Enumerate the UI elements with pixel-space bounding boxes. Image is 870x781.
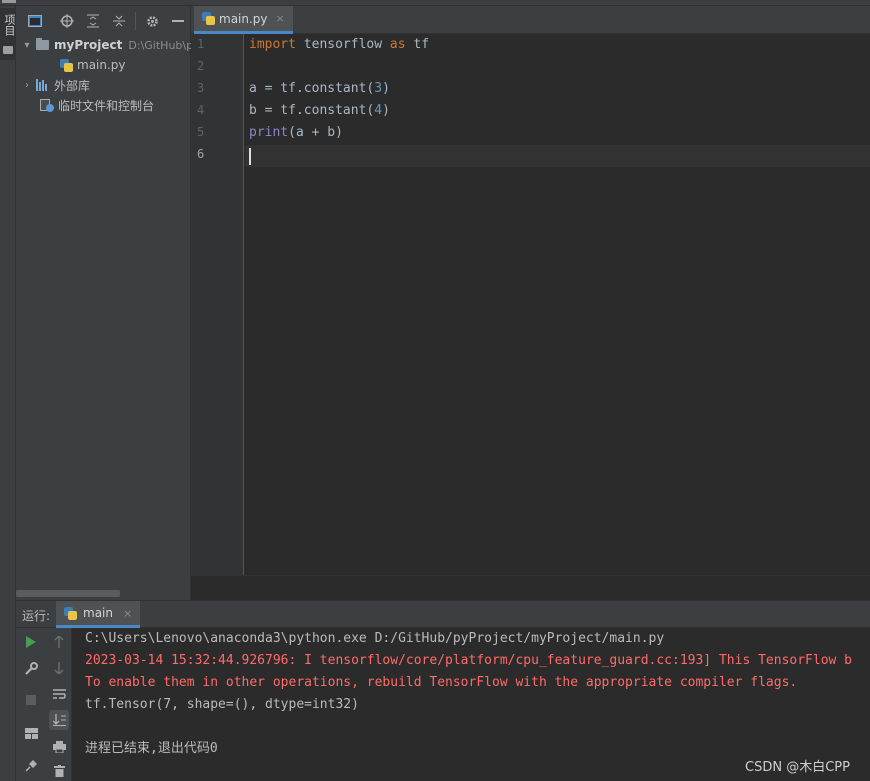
console-line-error: To enable them in other operations, rebu… [85, 675, 798, 690]
console-line: tf.Tensor(7, shape=(), dtype=int32) [85, 697, 359, 712]
tab-main-py[interactable]: main.py × [194, 6, 293, 34]
run-tab-label: main [83, 606, 113, 620]
tree-item-scratches[interactable]: 临时文件和控制台 [40, 95, 154, 115]
stop-icon[interactable] [21, 690, 41, 710]
scratch-icon [40, 98, 54, 112]
chevron-down-icon[interactable]: ▾ [22, 40, 32, 51]
file-name: main.py [77, 58, 126, 72]
trash-icon[interactable] [49, 761, 69, 781]
toolbar-separator [135, 12, 136, 30]
soft-wrap-icon[interactable] [49, 684, 69, 704]
external-libs-label: 外部库 [54, 78, 91, 93]
left-tool-stripe: 项目 [0, 6, 16, 781]
project-path: D:\GitHub\p [128, 38, 194, 52]
folder-icon [3, 46, 13, 54]
watermark: CSDN @木白CPP [745, 760, 850, 775]
code-line-4: b = tf.constant(4) [249, 103, 390, 118]
python-file-icon [60, 58, 73, 72]
locate-icon[interactable] [58, 12, 76, 30]
arrow-down-icon[interactable] [49, 658, 69, 678]
line-number-current: 6 [197, 147, 205, 161]
code-line-3: a = tf.constant(3) [249, 81, 390, 96]
python-file-icon [202, 12, 215, 25]
title-strip-marker [2, 0, 16, 3]
run-header: 运行: main × [16, 601, 870, 628]
run-toolbar [16, 628, 72, 781]
tree-item-main-py[interactable]: main.py [60, 55, 126, 75]
project-name: myProject [54, 38, 123, 52]
scroll-to-end-icon[interactable] [49, 710, 69, 730]
console-line-error: 2023-03-14 15:32:44.926796: I tensorflow… [85, 653, 853, 668]
line-number: 3 [197, 81, 205, 95]
folder-icon [36, 38, 49, 50]
text-caret [249, 148, 251, 165]
project-view-icon[interactable] [26, 12, 44, 30]
python-icon [64, 606, 77, 620]
editor: main.py × 1 2 3 4 5 6 import tensorflow … [191, 6, 870, 600]
close-icon[interactable]: × [276, 12, 285, 25]
code-line-1: import tensorflow as tf [249, 37, 430, 52]
tab-label: main.py [219, 11, 268, 26]
rerun-icon[interactable] [21, 632, 41, 652]
tree-item-myproject[interactable]: ▾ myProject D:\GitHub\p [22, 35, 193, 55]
print-icon[interactable] [49, 737, 69, 757]
scratches-label: 临时文件和控制台 [58, 98, 155, 113]
project-panel: ▾ myProject D:\GitHub\p main.py › 外部库 临时… [16, 6, 193, 600]
line-number-gutter: 1 2 3 4 5 6 [191, 34, 244, 575]
collapse-all-icon[interactable] [110, 12, 128, 30]
minimize-icon[interactable] [169, 12, 187, 30]
arrow-up-icon[interactable] [49, 632, 69, 652]
layout-icon[interactable] [21, 723, 41, 743]
line-number: 5 [197, 125, 205, 139]
caret-line-highlight [245, 145, 870, 167]
library-icon [36, 79, 50, 91]
horizontal-scrollbar[interactable] [16, 590, 120, 597]
run-panel: 运行: main × C:\Users\Lenovo\anaconda3\pyt… [16, 600, 870, 781]
tree-item-external-libraries[interactable]: › 外部库 [22, 75, 90, 95]
pin-icon[interactable] [21, 756, 41, 776]
gear-icon[interactable] [143, 12, 161, 30]
project-tab-label: 项目 [3, 14, 16, 36]
wrench-icon[interactable] [21, 658, 41, 678]
editor-tab-bar: main.py × [191, 6, 870, 34]
code-area[interactable]: import tensorflow as tf a = tf.constant(… [245, 34, 870, 575]
console-line: C:\Users\Lenovo\anaconda3\python.exe D:/… [85, 631, 665, 646]
project-toolbar [16, 6, 191, 35]
editor-breadcrumb-bar [191, 575, 870, 600]
run-title: 运行: [22, 609, 51, 623]
line-number: 1 [197, 37, 205, 51]
project-tool-window-tab[interactable]: 项目 [0, 8, 16, 60]
run-tab-main[interactable]: main × [56, 601, 141, 628]
expand-all-icon[interactable] [84, 12, 102, 30]
line-number: 4 [197, 103, 205, 117]
code-line-5: print(a + b) [249, 125, 343, 140]
line-number: 2 [197, 59, 205, 73]
close-icon[interactable]: × [123, 607, 132, 620]
chevron-right-icon[interactable]: › [22, 80, 32, 91]
